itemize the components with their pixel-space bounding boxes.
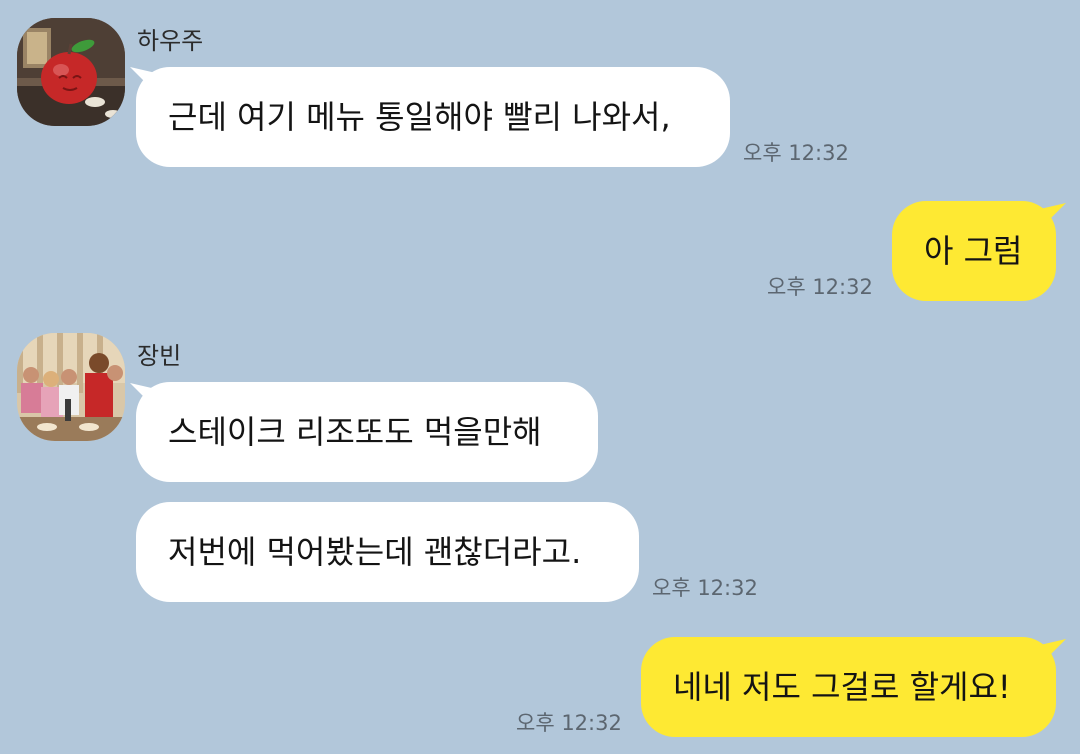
message-timestamp: 오후 12:32 [652,576,758,600]
sender-avatar-apple[interactable] [17,18,125,126]
incoming-message-bubble[interactable]: 스테이크 리조또도 먹을만해 [136,382,598,482]
message-timestamp: 오후 12:32 [767,275,873,299]
incoming-message-bubble[interactable]: 근데 여기 메뉴 통일해야 빨리 나와서, [136,67,730,167]
sender-name: 하우주 [137,27,204,55]
outgoing-message-bubble[interactable]: 아 그럼 [892,201,1056,301]
message-timestamp: 오후 12:32 [743,141,849,165]
outgoing-bubble-tail [1040,639,1066,665]
sender-avatar-group-photo[interactable] [17,333,125,441]
message-timestamp: 오후 12:32 [516,711,622,735]
outgoing-message-bubble[interactable]: 네네 저도 그걸로 할게요! [641,637,1056,737]
sender-name: 장빈 [137,342,182,370]
outgoing-bubble-tail [1040,203,1066,229]
incoming-message-bubble[interactable]: 저번에 먹어봤는데 괜찮더라고. [136,502,639,602]
